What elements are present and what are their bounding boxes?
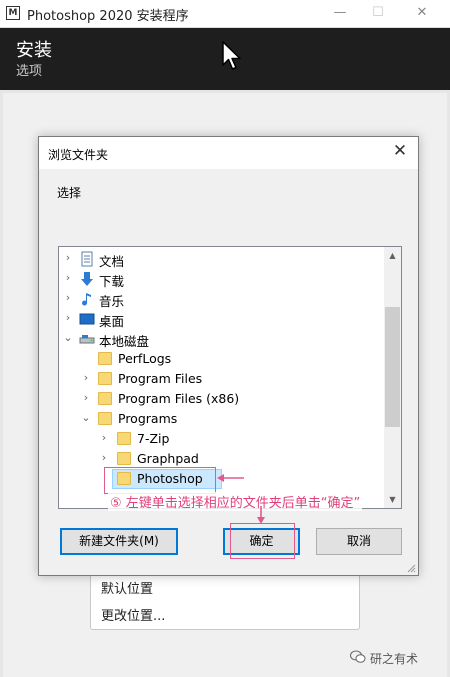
- scroll-thumb[interactable]: [385, 307, 400, 427]
- folder-icon: [98, 392, 112, 405]
- chevron-right-icon[interactable]: ›: [99, 432, 109, 444]
- tree-item-label: Graphpad: [137, 451, 199, 466]
- dialog-close-button[interactable]: ✕: [390, 141, 410, 161]
- tree-item-programs[interactable]: ⌄ Programs: [59, 409, 384, 429]
- resize-grip-icon[interactable]: [406, 563, 416, 573]
- cancel-button[interactable]: 取消: [316, 528, 402, 555]
- header-subtitle: 选项: [16, 64, 43, 79]
- chevron-down-icon[interactable]: ⌄: [63, 332, 73, 344]
- tree-item-documents[interactable]: › 文档: [59, 249, 384, 269]
- tree-item-label: 音乐: [99, 294, 125, 309]
- annotation-instruction: ⑤ 左键单击选择相应的文件夹后单击“确定”: [108, 492, 363, 511]
- document-icon: [81, 251, 93, 267]
- chevron-right-icon[interactable]: ›: [63, 272, 73, 284]
- annotation-highlight-photoshop: [104, 467, 216, 494]
- tree-item-label: 7-Zip: [137, 431, 170, 446]
- header-title: 安装: [16, 40, 52, 61]
- drive-icon: [79, 335, 95, 344]
- chevron-right-icon[interactable]: ›: [81, 372, 91, 384]
- folder-icon: [117, 452, 131, 465]
- tree-item-label: 下载: [99, 274, 125, 289]
- tree-item-graphpad[interactable]: › Graphpad: [59, 449, 384, 469]
- close-button[interactable]: ✕: [412, 4, 432, 22]
- tree-item-downloads[interactable]: › 下载: [59, 269, 384, 290]
- chevron-right-icon[interactable]: ›: [99, 452, 109, 464]
- dialog-title: 浏览文件夹: [48, 148, 109, 162]
- annotation-arrow-down-icon: [257, 506, 265, 524]
- tree-item-label: Program Files (x86): [118, 391, 240, 406]
- tree-scrollbar[interactable]: ▲ ▼: [384, 247, 401, 508]
- chevron-down-icon[interactable]: ⌄: [81, 412, 91, 424]
- chevron-right-icon[interactable]: ›: [81, 392, 91, 404]
- new-folder-button[interactable]: 新建文件夹(M): [60, 528, 178, 555]
- chevron-right-icon[interactable]: ›: [63, 252, 73, 264]
- chevron-right-icon[interactable]: ›: [63, 292, 73, 304]
- scroll-up-arrow-icon[interactable]: ▲: [384, 247, 401, 264]
- tree-item-label: 桌面: [99, 314, 125, 329]
- tree-item-perflogs[interactable]: PerfLogs: [59, 349, 384, 369]
- minimize-button[interactable]: —: [330, 4, 350, 22]
- chevron-right-icon[interactable]: ›: [63, 312, 73, 324]
- wechat-icon: [350, 650, 366, 663]
- folder-icon: [98, 412, 112, 425]
- annotation-arrow-left-icon: [217, 474, 244, 482]
- desktop-icon: [79, 313, 95, 325]
- dialog-titlebar: 浏览文件夹 ✕: [39, 137, 418, 169]
- tree-item-desktop[interactable]: › 桌面: [59, 309, 384, 330]
- music-note-icon: [82, 293, 91, 306]
- window-title: Photoshop 2020 安装程序: [27, 9, 189, 24]
- tree-item-label: Program Files: [118, 371, 203, 386]
- dialog-instruction: 选择: [57, 186, 82, 200]
- maximize-button[interactable]: ☐: [368, 4, 388, 22]
- tree-item-music[interactable]: › 音乐: [59, 289, 384, 310]
- menu-item-default-location[interactable]: 默认位置: [101, 578, 153, 597]
- window-titlebar: M Photoshop 2020 安装程序 — ☐ ✕: [0, 0, 450, 28]
- tree-item-program-files[interactable]: › Program Files: [59, 369, 384, 389]
- photoshop-app-icon: M: [6, 6, 20, 20]
- watermark: 研之有术: [350, 650, 419, 667]
- tree-item-label: PerfLogs: [118, 351, 172, 366]
- tree-item-label: 文档: [99, 254, 125, 269]
- watermark-text: 研之有术: [370, 652, 419, 666]
- annotation-highlight-ok: [230, 523, 295, 559]
- tree-item-label: 本地磁盘: [99, 334, 150, 349]
- download-arrow-icon: [81, 272, 93, 286]
- menu-item-change-location[interactable]: 更改位置...: [101, 605, 165, 624]
- folder-icon: [117, 432, 131, 445]
- tree-item-label: Programs: [118, 411, 178, 426]
- folder-icon: [98, 352, 112, 365]
- tree-item-program-files-x86[interactable]: › Program Files (x86): [59, 389, 384, 409]
- scroll-down-arrow-icon[interactable]: ▼: [384, 491, 401, 508]
- tree-item-local-disk[interactable]: ⌄ 本地磁盘: [59, 329, 384, 350]
- mouse-cursor-icon: [222, 41, 241, 70]
- folder-icon: [98, 372, 112, 385]
- tree-item-7zip[interactable]: › 7-Zip: [59, 429, 384, 449]
